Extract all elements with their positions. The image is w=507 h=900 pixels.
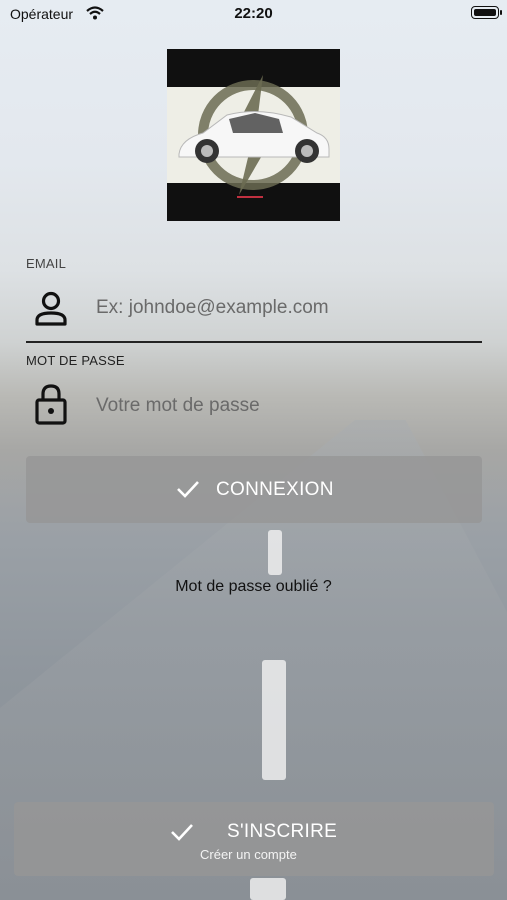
email-field-row xyxy=(26,278,482,338)
login-button-label: CONNEXION xyxy=(216,479,334,500)
app-logo xyxy=(167,49,340,221)
battery-icon xyxy=(471,6,502,19)
road-marking xyxy=(250,878,286,900)
email-input[interactable] xyxy=(94,290,478,326)
checkmark-icon xyxy=(177,481,199,498)
signup-button[interactable]: S'INSCRIRE Créer un compte xyxy=(14,802,494,876)
clock: 22:20 xyxy=(234,5,273,22)
road-marking xyxy=(262,660,286,780)
password-input[interactable] xyxy=(94,388,478,424)
lock-icon xyxy=(35,384,67,425)
signup-button-label: S'INSCRIRE xyxy=(227,821,338,842)
status-bar: Opérateur 22:20 xyxy=(0,0,507,28)
signup-button-sublabel: Créer un compte xyxy=(200,847,297,862)
password-label: MOT DE PASSE xyxy=(26,353,125,368)
person-icon xyxy=(35,291,67,326)
checkmark-icon xyxy=(171,824,193,841)
email-underline xyxy=(26,341,482,343)
road-marking xyxy=(268,530,282,575)
password-field-row xyxy=(26,376,482,436)
email-label: EMAIL xyxy=(26,256,67,271)
forgot-password-link[interactable]: Mot de passe oublié ? xyxy=(0,578,507,596)
login-button[interactable]: CONNEXION xyxy=(26,456,482,523)
